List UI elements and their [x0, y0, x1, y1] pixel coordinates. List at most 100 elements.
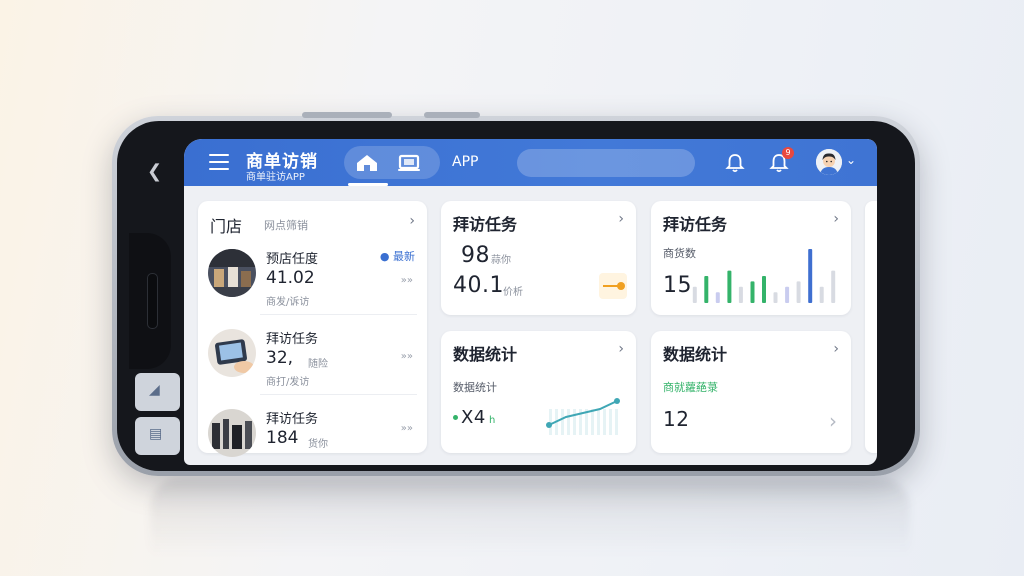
- list-item-name: 拜访任务: [266, 332, 319, 347]
- store-thumbnail: [208, 249, 256, 297]
- app-screen: 商单访销 商单驻访APP APP 9 ⌄ 门店 网点筛销 › 预店任度 ● 最新…: [184, 139, 877, 465]
- list-item-value: 41.02: [266, 268, 315, 288]
- chart-grid-bar: [561, 409, 564, 435]
- phone-frame: ❮ ◢ ▤ 商单访销 商单驻访APP APP 9 ⌄ 门店 网点筛销 › 预店任…: [112, 112, 920, 476]
- chart-grid-bar: [609, 409, 612, 435]
- chart-grid-bar: [603, 409, 606, 435]
- tab-app[interactable]: APP: [452, 154, 478, 170]
- chart-bar: [750, 281, 755, 303]
- metric-unit: 价析: [503, 287, 523, 298]
- menu-icon[interactable]: [209, 154, 229, 170]
- bell-icon[interactable]: [724, 152, 746, 174]
- status-badge: ● 最新: [379, 250, 415, 263]
- metric-value: 12: [663, 407, 690, 431]
- metric-value: 98: [461, 243, 490, 268]
- trend-indicator: [599, 273, 627, 299]
- store-thumbnail: [208, 409, 256, 457]
- avatar[interactable]: [816, 149, 842, 175]
- chart-point: [614, 398, 620, 404]
- notification-badge: 9: [782, 147, 794, 159]
- search-input[interactable]: [517, 149, 695, 177]
- metric-label: 商就蘿蕝菉: [663, 381, 718, 394]
- chart-bar: [796, 281, 801, 303]
- visit-task-card[interactable]: 拜访任务 › 98 蒜你 40.1 价析: [441, 201, 636, 315]
- shelf-photo-icon: [208, 409, 256, 457]
- chart-bar: [738, 286, 743, 303]
- metric-value: 15: [663, 273, 692, 298]
- chevron-right-icon[interactable]: ›: [618, 211, 624, 227]
- list-item-value: 32,: [266, 348, 294, 368]
- chart-grid-bar: [567, 409, 570, 435]
- chevron-right-icon[interactable]: ›: [833, 211, 839, 227]
- data-stats-card[interactable]: 数据统计 › 数据统计 X4 h: [441, 331, 636, 453]
- card-title: 数据统计: [663, 345, 728, 364]
- chart-grid-bar: [597, 409, 600, 435]
- phone-reflection: [150, 478, 910, 576]
- next-card-peek: [865, 201, 877, 453]
- list-item-value: 184: [266, 428, 299, 448]
- chart-bar: [831, 270, 836, 303]
- double-chevron-icon: »»: [400, 423, 413, 434]
- user-avatar-icon: [816, 149, 842, 175]
- store-thumbnail: [208, 329, 256, 377]
- app-header: 商单访销 商单驻访APP APP 9 ⌄: [184, 139, 877, 186]
- chevron-down-icon[interactable]: ⌄: [846, 153, 856, 167]
- tablet-photo-icon: [208, 329, 256, 377]
- chart-grid-bar: [573, 409, 576, 435]
- double-chevron-icon: »»: [400, 351, 413, 362]
- chevron-right-icon[interactable]: ›: [833, 341, 839, 357]
- chart-bar: [773, 292, 778, 303]
- chevron-right-icon[interactable]: ›: [618, 341, 624, 357]
- chevron-right-icon[interactable]: ›: [409, 213, 415, 229]
- chart-bar: [785, 286, 790, 303]
- chart-grid-bar: [549, 409, 552, 435]
- speaker-slot: [147, 273, 158, 329]
- back-gesture-icon[interactable]: ❮: [147, 161, 162, 182]
- chart-grid-bar: [615, 409, 618, 435]
- double-chevron-icon: »»: [400, 275, 413, 286]
- edge-app-preview: ◢: [135, 373, 180, 411]
- bar-chart: [692, 249, 836, 303]
- store-filter[interactable]: 网点筛销: [264, 217, 308, 233]
- volume-button: [302, 112, 392, 118]
- list-item-sub: 商发/诉访: [266, 297, 310, 308]
- list-item[interactable]: 拜访任务 32, 随险 商打/发访 »»: [198, 315, 427, 395]
- chart-bar: [715, 292, 720, 303]
- chart-bar: [727, 270, 732, 303]
- list-item-extra: 货你: [308, 439, 328, 450]
- store-photo-icon: [208, 249, 256, 297]
- list-item[interactable]: 预店任度 ● 最新 41.02 商发/诉访 »»: [198, 235, 427, 315]
- chart-bar: [692, 286, 697, 303]
- data-stats-card-2[interactable]: 数据统计 › 商就蘿蕝菉 12 ›: [651, 331, 851, 453]
- home-icon[interactable]: [352, 151, 382, 175]
- list-item[interactable]: 拜访任务 184 货你 »»: [198, 395, 427, 457]
- app-subtitle: 商单驻访APP: [246, 172, 305, 183]
- chart-point: [546, 422, 552, 428]
- chart-bar: [762, 276, 766, 303]
- status-dot: [453, 415, 458, 420]
- list-item-sub: 商打/发访: [266, 377, 310, 388]
- active-tab-indicator: [348, 183, 388, 186]
- chevron-right-icon[interactable]: ›: [829, 409, 837, 433]
- edge-app-preview-2: ▤: [135, 417, 180, 455]
- chart-grid-bar: [591, 409, 594, 435]
- list-item-name: 拜访任务: [266, 412, 319, 427]
- metric-unit: 蒜你: [491, 255, 511, 266]
- card-title: 拜访任务: [663, 215, 728, 234]
- metric-label: 数据统计: [453, 381, 497, 394]
- visit-task-chart-card[interactable]: 拜访任务 › 商货数 15: [651, 201, 851, 315]
- chart-bar: [808, 249, 813, 303]
- phone-bezel: ❮ ◢ ▤ 商单访销 商单驻访APP APP 9 ⌄ 门店 网点筛销 › 预店任…: [117, 121, 915, 471]
- chart-bar: [819, 286, 824, 303]
- chart-bar: [704, 276, 709, 303]
- list-item-name: 预店任度: [266, 252, 319, 267]
- metric-suffix: h: [489, 415, 496, 426]
- metric-value: X4: [461, 407, 486, 428]
- card-title: 数据统计: [453, 345, 518, 364]
- metric-value: 40.1: [453, 273, 504, 298]
- power-button: [424, 112, 480, 118]
- device-icon[interactable]: [394, 151, 424, 175]
- store-panel: 门店 网点筛销 › 预店任度 ● 最新 41.02 商发/诉访 »» 拜访任务 …: [198, 201, 427, 457]
- list-item-extra: 随险: [308, 359, 328, 370]
- card-title: 拜访任务: [453, 215, 518, 234]
